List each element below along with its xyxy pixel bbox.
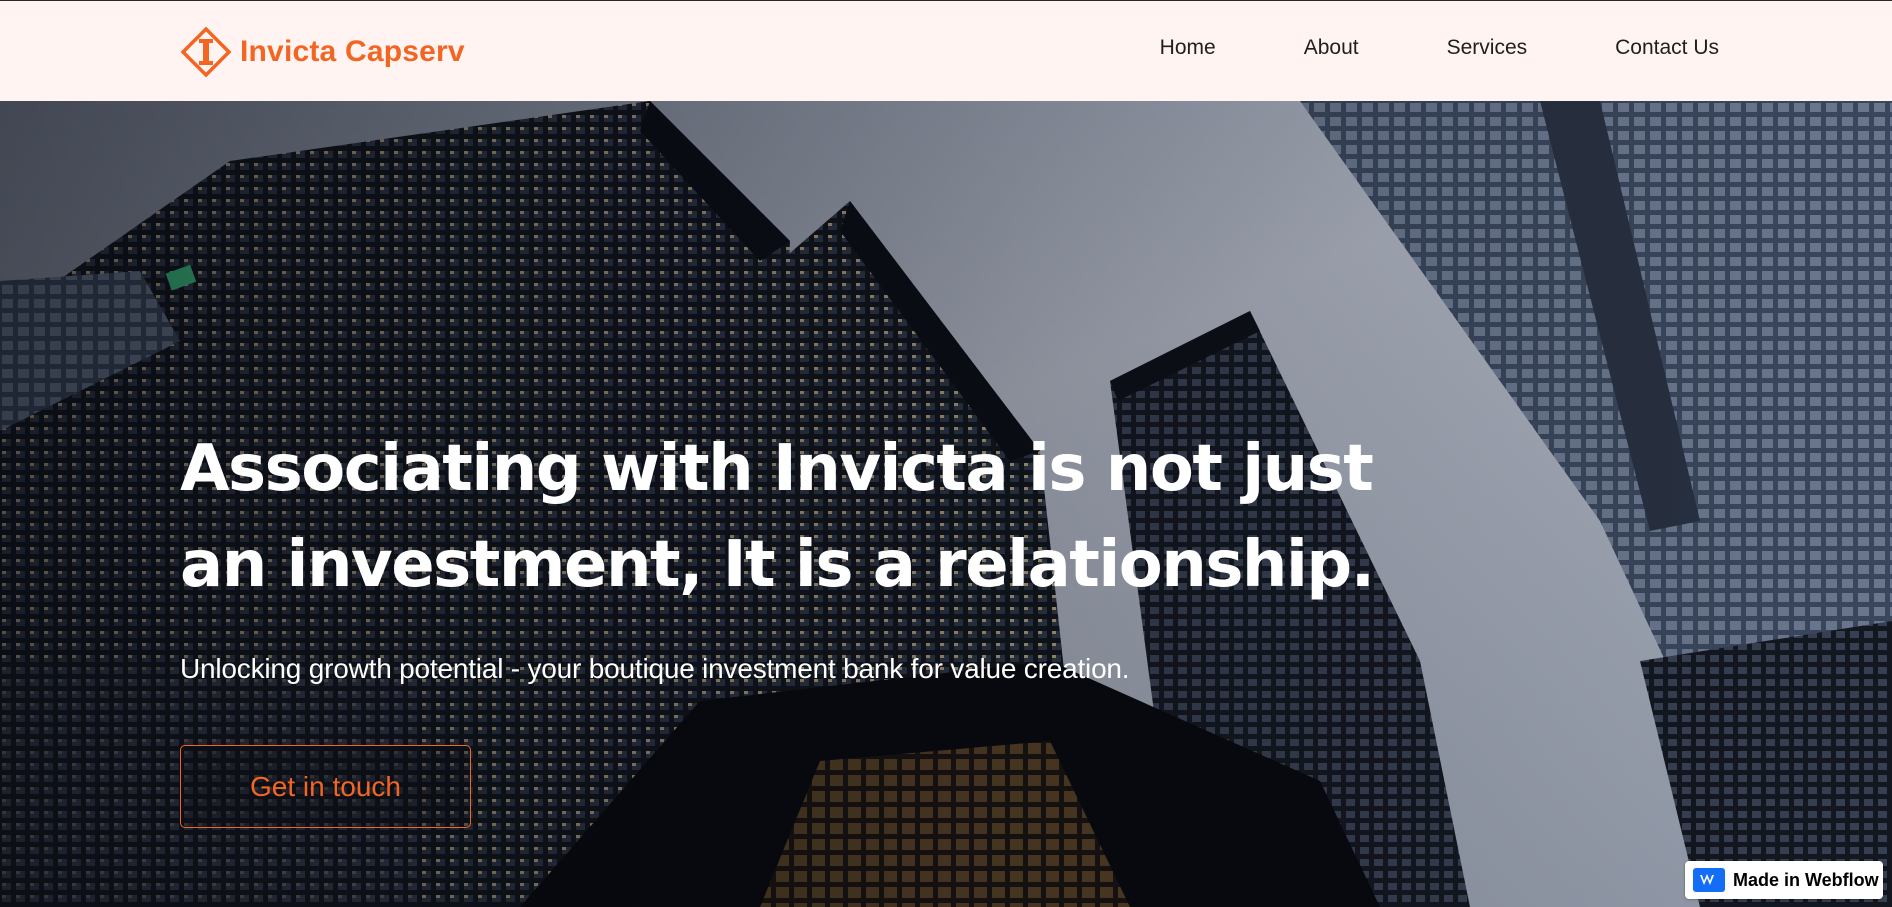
nav-services[interactable]: Services bbox=[1447, 36, 1528, 60]
nav-home[interactable]: Home bbox=[1160, 36, 1216, 60]
made-in-webflow-badge[interactable]: Made in Webflow bbox=[1685, 861, 1883, 899]
webflow-icon bbox=[1693, 868, 1725, 892]
webflow-badge-label: Made in Webflow bbox=[1733, 869, 1879, 890]
hero-subtitle: Unlocking growth potential - your boutiq… bbox=[180, 653, 1130, 684]
nav-contact-us[interactable]: Contact Us bbox=[1615, 36, 1719, 60]
invicta-logo-icon bbox=[180, 27, 232, 77]
hero-content: Associating with Invicta is not just an … bbox=[180, 421, 1380, 828]
brand-home-link[interactable]: Invicta Capserv bbox=[180, 27, 465, 77]
brand-name: Invicta Capserv bbox=[240, 35, 465, 68]
nav-about[interactable]: About bbox=[1304, 36, 1359, 60]
hero-section: Associating with Invicta is not just an … bbox=[0, 101, 1892, 907]
main-nav: Home About Services Contact Us bbox=[1160, 36, 1719, 60]
get-in-touch-button[interactable]: Get in touch bbox=[180, 745, 471, 828]
navbar: Invicta Capserv Home About Services Cont… bbox=[0, 0, 1892, 101]
hero-title: Associating with Invicta is not just an … bbox=[180, 432, 1375, 602]
